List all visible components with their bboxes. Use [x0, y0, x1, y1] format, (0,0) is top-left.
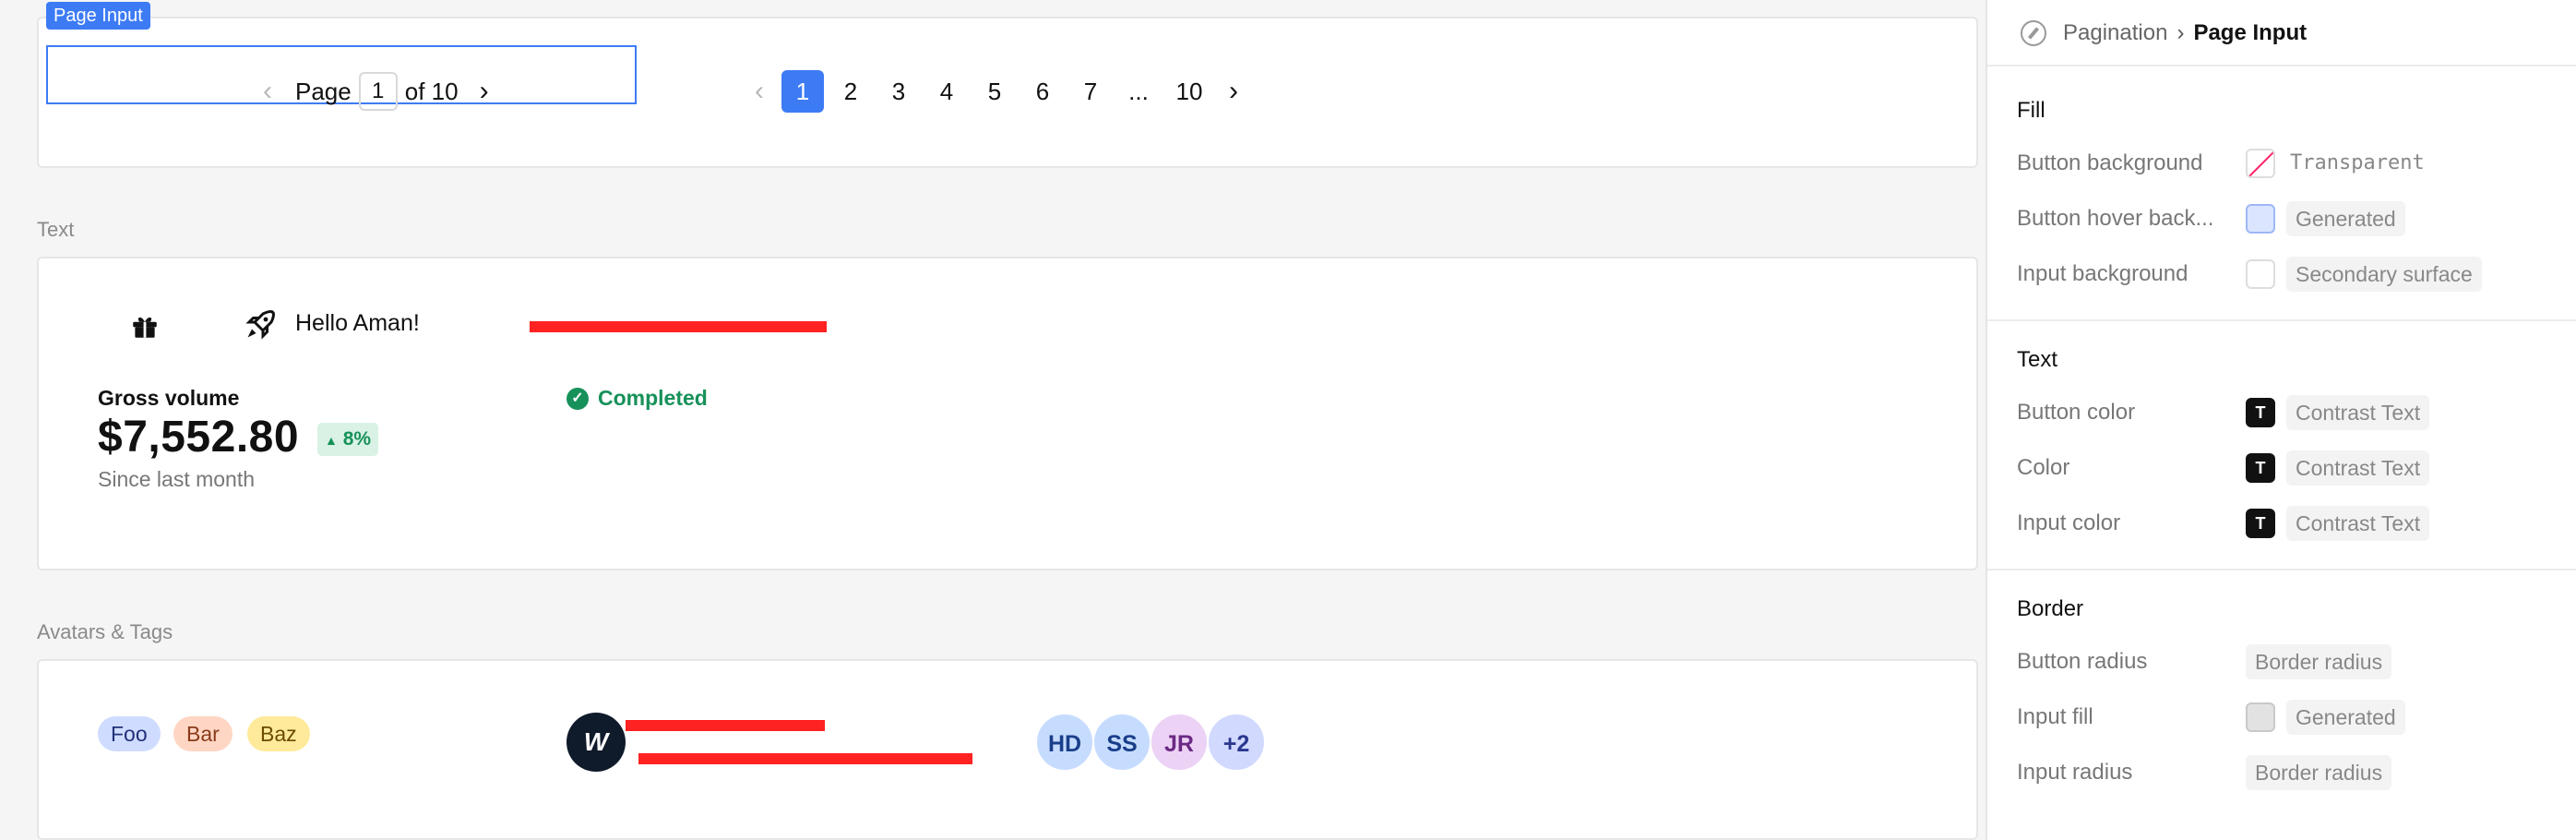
- properties-panel: Pagination › Page Input Fill Button back…: [1986, 0, 2576, 840]
- prop-label: Button color: [2017, 400, 2136, 425]
- prop-button-radius[interactable]: Button radius Border radius: [2017, 642, 2561, 682]
- page-button[interactable]: 6: [1021, 70, 1064, 113]
- rocket-icon: [245, 310, 275, 340]
- numbered-pagination: ‹ 1 2 3 4 5 6 7 ... 10 ›: [747, 70, 1246, 113]
- prop-value[interactable]: Contrast Text: [2286, 395, 2430, 430]
- prop-label: Color: [2017, 455, 2070, 480]
- canvas: Page Input ‹ Page 1 of 10 › ‹ 1 2 3 4 5 …: [0, 0, 1986, 840]
- avatar: HD: [1035, 713, 1094, 772]
- since-label: Since last month: [98, 467, 256, 491]
- greeting-text: Hello Aman!: [295, 310, 420, 336]
- tag: Bar: [173, 716, 233, 751]
- compass-icon: [2021, 20, 2046, 46]
- section-title-border: Border: [2017, 596, 2084, 621]
- delta-value: 8%: [342, 428, 372, 450]
- breadcrumb-current: Page Input: [2193, 20, 2308, 45]
- prop-label: Input background: [2017, 261, 2188, 286]
- page-suffix: of 10: [404, 77, 459, 105]
- redaction-bar: [626, 720, 825, 731]
- prop-value[interactable]: Generated: [2286, 201, 2405, 236]
- chevron-right-icon[interactable]: ›: [1222, 76, 1246, 107]
- section-title-text: Text: [2017, 347, 2058, 372]
- page-button[interactable]: 2: [829, 70, 872, 113]
- gift-icon: [133, 317, 157, 338]
- prop-label: Input fill: [2017, 704, 2093, 729]
- color-swatch[interactable]: [2246, 259, 2275, 289]
- prop-color[interactable]: Color T Contrast Text: [2017, 448, 2561, 488]
- page-number-input[interactable]: 1: [358, 72, 398, 111]
- color-swatch[interactable]: [2246, 149, 2275, 178]
- section-title-fill: Fill: [2017, 98, 2045, 123]
- prop-value[interactable]: Border radius: [2246, 644, 2392, 679]
- divider: [1987, 569, 2576, 570]
- prop-label: Input radius: [2017, 760, 2133, 785]
- divider: [1987, 65, 2576, 66]
- gross-volume-amount: $7,552.80: [98, 413, 300, 462]
- chevron-right-icon[interactable]: ›: [471, 76, 497, 107]
- avatars-card: [37, 659, 1978, 840]
- page-prefix: Page: [295, 77, 352, 105]
- prop-button-color[interactable]: Button color T Contrast Text: [2017, 392, 2561, 433]
- breadcrumb: Pagination › Page Input: [2021, 18, 2307, 48]
- prop-label: Button radius: [2017, 649, 2148, 674]
- breadcrumb-parent[interactable]: Pagination: [2063, 20, 2167, 46]
- page-button[interactable]: 4: [925, 70, 968, 113]
- avatar-overflow: +2: [1207, 713, 1266, 772]
- page-button[interactable]: 5: [973, 70, 1016, 113]
- avatar: SS: [1092, 713, 1151, 772]
- redaction-bar: [530, 321, 827, 332]
- avatar: JR: [1150, 713, 1209, 772]
- prop-button-background[interactable]: Button background Transparent: [2017, 143, 2561, 184]
- prop-input-background[interactable]: Input background Secondary surface: [2017, 254, 2561, 294]
- gross-volume-label: Gross volume: [98, 386, 240, 410]
- page-ellipsis: ...: [1128, 77, 1149, 105]
- divider: [1987, 319, 2576, 321]
- color-swatch[interactable]: [2246, 702, 2275, 732]
- prop-input-color[interactable]: Input color T Contrast Text: [2017, 503, 2561, 544]
- page-button[interactable]: 1: [781, 70, 824, 113]
- page-button[interactable]: 3: [877, 70, 920, 113]
- prop-value[interactable]: Secondary surface: [2286, 257, 2482, 292]
- redaction-bar: [638, 753, 972, 764]
- page-button[interactable]: 10: [1165, 70, 1213, 113]
- section-label-text: Text: [37, 218, 75, 241]
- prop-label: Button background: [2017, 150, 2203, 175]
- selection-label: Page Input: [46, 2, 150, 30]
- section-label-avatars: Avatars & Tags: [37, 620, 173, 643]
- text-color-swatch[interactable]: T: [2246, 453, 2275, 483]
- prop-label: Input color: [2017, 510, 2121, 535]
- check-circle-icon: ✓: [566, 387, 589, 410]
- prop-input-fill[interactable]: Input fill Generated: [2017, 697, 2561, 738]
- color-swatch[interactable]: [2246, 204, 2275, 234]
- prop-value[interactable]: Border radius: [2246, 755, 2392, 790]
- text-color-swatch[interactable]: T: [2246, 398, 2275, 427]
- prop-value[interactable]: Contrast Text: [2286, 450, 2430, 486]
- tag: Baz: [247, 716, 310, 751]
- text-card: [37, 257, 1978, 570]
- status-badge: ✓ Completed: [566, 386, 708, 411]
- text-color-swatch[interactable]: T: [2246, 509, 2275, 538]
- tag: Foo: [98, 716, 161, 751]
- avatar: W: [566, 713, 626, 772]
- page-input-pagination: ‹ Page 1 of 10 ›: [255, 70, 497, 113]
- prop-label: Button hover back...: [2017, 206, 2214, 231]
- delta-badge: ▲ 8%: [317, 423, 379, 456]
- chevron-left-icon[interactable]: ‹: [255, 76, 280, 107]
- prop-value[interactable]: Contrast Text: [2286, 506, 2430, 541]
- page-button[interactable]: 7: [1069, 70, 1112, 113]
- chevron-right-icon: ›: [2176, 20, 2185, 45]
- chevron-left-icon[interactable]: ‹: [747, 76, 771, 107]
- status-text: Completed: [598, 386, 708, 410]
- prop-button-hover-background[interactable]: Button hover back... Generated: [2017, 198, 2561, 239]
- prop-input-radius[interactable]: Input radius Border radius: [2017, 752, 2561, 793]
- arrow-up-icon: ▲: [325, 433, 338, 448]
- prop-value[interactable]: Transparent: [2286, 146, 2434, 181]
- prop-value[interactable]: Generated: [2286, 700, 2405, 735]
